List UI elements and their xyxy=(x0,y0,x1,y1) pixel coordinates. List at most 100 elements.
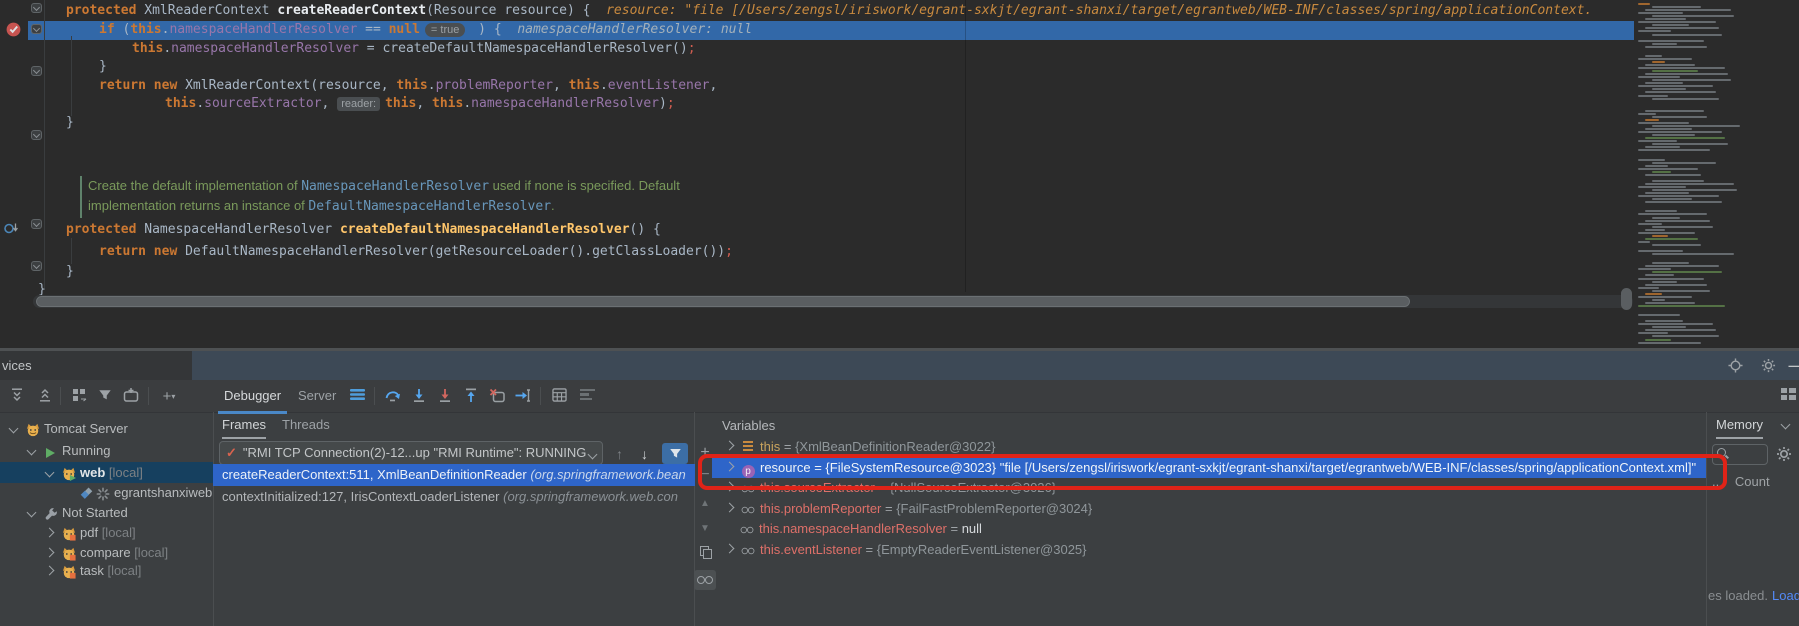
stack-frame-row[interactable]: createReaderContext:511, XmlBeanDefiniti… xyxy=(213,464,695,486)
layout-settings-icon[interactable] xyxy=(348,388,366,406)
minimap-line xyxy=(1638,58,1692,60)
editor-vscrollbar-thumb[interactable] xyxy=(1621,288,1632,310)
add-icon[interactable]: +▾ xyxy=(160,388,178,406)
chevron-right-icon[interactable] xyxy=(45,566,55,576)
variable-row-this[interactable]: this = {XmlBeanDefinitionReader@3022} xyxy=(712,436,1706,457)
expand-all-icon[interactable] xyxy=(8,388,26,406)
fold-marker-icon[interactable] xyxy=(31,66,42,76)
tree-item-tomcat-server[interactable]: Tomcat Server xyxy=(0,418,213,439)
tomcat-stopped-icon xyxy=(62,564,76,578)
tree-item-running[interactable]: Running xyxy=(0,440,213,461)
minimap-line xyxy=(1638,278,1704,280)
tree-frames-separator[interactable] xyxy=(213,412,214,626)
minimap-line xyxy=(1645,265,1719,267)
breakpoint-icon[interactable] xyxy=(5,21,22,41)
evaluate-expression-icon[interactable] xyxy=(550,388,568,406)
tab-threads[interactable]: Threads xyxy=(282,412,330,437)
code-line: if (this.namespaceHandlerResolver == nul… xyxy=(99,21,752,39)
chevron-right-icon[interactable] xyxy=(725,441,735,451)
gear-icon[interactable] xyxy=(1760,358,1776,374)
memory-column-headers[interactable]: .. Count xyxy=(1712,472,1799,492)
collapse-all-icon[interactable] xyxy=(36,388,54,406)
hide-frames-filter-toggle[interactable] xyxy=(662,443,688,464)
minimap-line xyxy=(1645,137,1725,139)
tree-item-web[interactable]: web [local] xyxy=(0,462,213,483)
group-by-icon[interactable] xyxy=(70,388,88,406)
show-watches-toggle-icon[interactable] xyxy=(694,570,716,590)
step-over-icon[interactable] xyxy=(384,388,402,406)
chevron-down-icon[interactable] xyxy=(27,508,37,518)
variable-name: this.problemReporter xyxy=(760,501,881,516)
chevron-right-icon[interactable] xyxy=(725,502,735,512)
editor-hscrollbar-thumb[interactable] xyxy=(36,296,1410,307)
fold-marker-icon[interactable] xyxy=(31,3,42,13)
services-tree: Tomcat ServerRunningweb [local]egrantsha… xyxy=(0,412,213,626)
add-service-icon[interactable] xyxy=(122,388,140,406)
override-method-icon[interactable] xyxy=(4,222,19,238)
minimap-line xyxy=(1645,82,1683,84)
memory-search-input[interactable] xyxy=(1712,444,1768,465)
chevron-right-icon[interactable] xyxy=(45,548,55,558)
tree-item-label: egrantshanxiweb xyxy=(114,482,212,503)
tab-server[interactable]: Server xyxy=(292,380,342,411)
fold-marker-icon[interactable] xyxy=(31,24,42,34)
fold-marker-icon[interactable] xyxy=(31,261,42,271)
fold-marker-icon[interactable] xyxy=(31,219,42,229)
code-editor[interactable]: protected XmlReaderContext createReaderC… xyxy=(0,0,1799,348)
code-line: } xyxy=(66,263,74,281)
tree-item-task[interactable]: task [local] xyxy=(0,560,213,581)
chevron-right-icon[interactable] xyxy=(725,543,735,553)
field-variable-icon xyxy=(739,518,755,539)
tomcat-icon xyxy=(26,422,40,436)
variable-name: resource xyxy=(760,460,811,475)
drop-frame-icon[interactable] xyxy=(488,388,506,406)
tab-frames[interactable]: Frames xyxy=(222,412,266,439)
tree-item-egrantshanxiweb[interactable]: egrantshanxiweb xyxy=(0,482,213,503)
chevron-right-icon[interactable] xyxy=(725,461,735,471)
tab-memory[interactable]: Memory xyxy=(1716,412,1763,439)
variables-panel-title: Variables xyxy=(722,418,775,433)
chevron-down-icon[interactable] xyxy=(9,424,19,434)
load-classes-link[interactable]: Load xyxy=(1772,588,1799,603)
variable-row-this-eventListener[interactable]: this.eventListener = {EmptyReaderEventLi… xyxy=(712,539,1706,560)
step-out-icon[interactable] xyxy=(462,388,480,406)
tree-item-pdf[interactable]: pdf [local] xyxy=(0,522,213,543)
frame-up-icon[interactable]: ↑ xyxy=(616,446,623,462)
variable-row-this-sourceExtractor[interactable]: this.sourceExtractor = {NullSourceExtrac… xyxy=(712,477,1706,498)
minimap-line xyxy=(1645,146,1680,148)
step-into-icon[interactable] xyxy=(410,388,428,406)
variables-memory-separator[interactable] xyxy=(1706,412,1707,626)
tree-item-label: pdf [local] xyxy=(80,522,136,543)
memory-gear-icon[interactable] xyxy=(1776,446,1792,465)
doc-comment-bar xyxy=(80,176,82,218)
run-to-cursor-icon[interactable] xyxy=(514,388,532,406)
minimap-line xyxy=(1652,134,1695,136)
chevron-down-icon[interactable] xyxy=(1781,420,1791,430)
thread-selector-dropdown[interactable]: ✓"RMI TCP Connection(2)-12...up "RMI Run… xyxy=(219,441,603,465)
minimap-line xyxy=(1638,168,1698,170)
settings-layout-icon[interactable] xyxy=(578,388,596,406)
force-step-into-icon[interactable] xyxy=(436,388,454,406)
tab-debugger[interactable]: Debugger xyxy=(218,380,287,414)
restore-layout-icon[interactable] xyxy=(1779,388,1797,406)
minimap-line xyxy=(1645,46,1707,48)
variable-row-this-problemReporter[interactable]: this.problemReporter = {FailFastProblemR… xyxy=(712,498,1706,519)
memory-col-count[interactable]: Count xyxy=(1735,474,1770,489)
variable-row-resource[interactable]: presource = {FileSystemResource@3023} "f… xyxy=(712,457,1706,478)
chevron-right-icon[interactable] xyxy=(45,528,55,538)
code-line: return new XmlReaderContext(resource, th… xyxy=(99,77,717,95)
minimap-line xyxy=(1638,131,1722,133)
variable-row-this-namespaceHandlerResolver[interactable]: this.namespaceHandlerResolver = null xyxy=(712,518,1706,539)
chevron-down-icon[interactable] xyxy=(45,468,55,478)
code-minimap[interactable] xyxy=(1636,0,1745,348)
frame-down-icon[interactable]: ↓ xyxy=(641,446,648,462)
memory-col-class[interactable]: .. xyxy=(1712,474,1719,489)
tree-item-not-started[interactable]: Not Started xyxy=(0,502,213,523)
chevron-down-icon[interactable] xyxy=(27,446,37,456)
fold-marker-icon[interactable] xyxy=(31,130,42,140)
chevron-right-icon[interactable] xyxy=(725,482,735,492)
filter-icon[interactable] xyxy=(96,388,114,406)
stack-frame-row[interactable]: contextInitialized:127, IrisContextLoade… xyxy=(213,486,695,508)
crosshair-icon[interactable] xyxy=(1727,358,1743,374)
minimize-icon[interactable]: — xyxy=(1787,358,1799,374)
